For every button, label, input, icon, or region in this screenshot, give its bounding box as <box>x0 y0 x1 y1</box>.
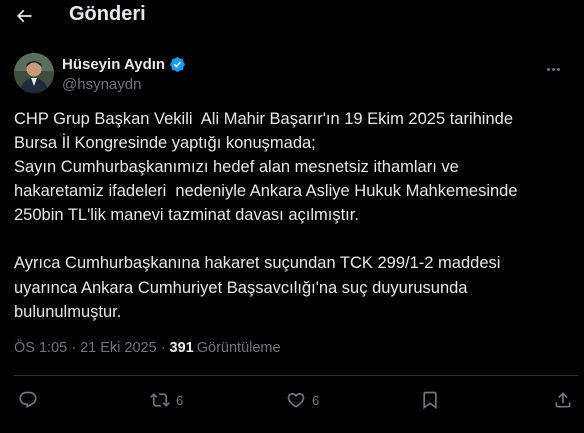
views-label: Görüntüleme <box>196 340 281 356</box>
repost-button[interactable]: 6 <box>150 386 183 414</box>
reply-button[interactable] <box>18 386 44 414</box>
more-dot <box>552 68 555 71</box>
post-timestamp[interactable]: ÖS 1:05 · 21 Eki 2025 · <box>14 340 166 356</box>
more-dot <box>557 68 560 71</box>
share-button[interactable] <box>553 386 573 414</box>
share-icon <box>555 392 571 408</box>
page-title: Gönderi <box>69 3 146 25</box>
more-options-button[interactable] <box>547 58 569 71</box>
post-text-line: Bursa İl Kongresinde yaptığı konuşmada; <box>14 134 316 153</box>
post-text-line: CHP Grup Başkan Vekili Ali Mahir Başarır… <box>14 110 513 128</box>
arrow-left-icon <box>16 9 32 23</box>
like-button[interactable]: 6 <box>286 386 319 414</box>
bookmark-icon <box>423 391 437 410</box>
like-count: 6 <box>312 392 320 408</box>
post-text-line: uyarınca Ankara Cumhuriyet Başsavcılığı'… <box>14 278 468 297</box>
heart-icon <box>287 392 305 408</box>
post-text-line: Sayın Cumhurbaşkanımızı hedef alan mesne… <box>14 158 459 177</box>
more-horizontal-icon <box>547 68 550 71</box>
verified-badge-icon <box>170 57 185 72</box>
repost-icon <box>150 393 170 407</box>
divider <box>14 375 578 376</box>
avatar[interactable] <box>14 53 54 93</box>
post-text-line: bulunulmuştur. <box>14 302 122 321</box>
avatar-image <box>14 53 54 93</box>
author-handle[interactable]: @hsynaydn <box>62 76 141 93</box>
post-meta: ÖS 1:05 · 21 Eki 2025 · 391 Görüntüleme <box>14 340 281 356</box>
post-text-line: hakaretamiz ifadeleri nedeniyle Ankara A… <box>14 182 518 201</box>
action-bar: 6 6 <box>0 386 584 414</box>
post-text: CHP Grup Başkan Vekili Ali Mahir Başarır… <box>14 107 574 324</box>
bookmark-button[interactable] <box>420 386 440 414</box>
top-bar: Gönderi <box>0 0 584 32</box>
reply-icon <box>19 391 37 409</box>
post-author: Hüseyin Aydın @hsynaydn <box>14 53 570 97</box>
repost-count: 6 <box>176 392 184 408</box>
back-button[interactable] <box>12 4 36 28</box>
author-name[interactable]: Hüseyin Aydın <box>62 56 165 73</box>
post-text-line: Ayrıca Cumhurbaşkanına hakaret suçundan … <box>14 254 501 273</box>
post-text-line: 250bin TL'lik manevi tazminat davası açı… <box>14 206 359 225</box>
views-count: 391 <box>169 340 194 356</box>
